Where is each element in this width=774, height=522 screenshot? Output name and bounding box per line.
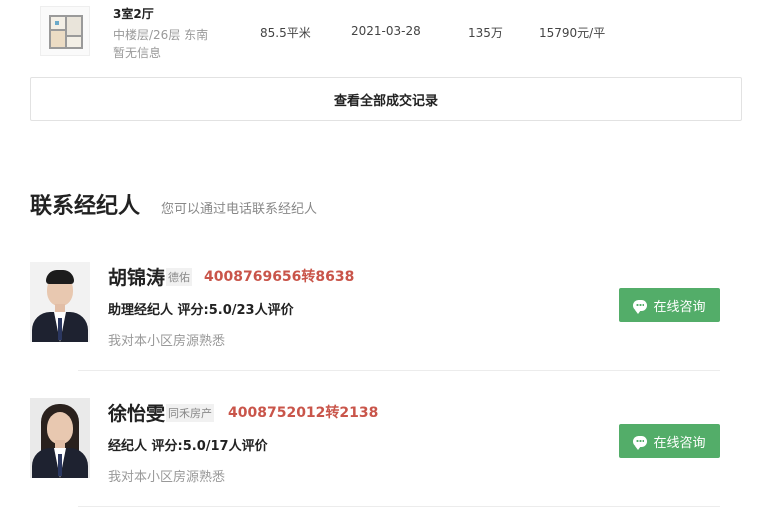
section-title: 联系经纪人 (30, 194, 141, 219)
deal-area: 85.5平米 (260, 26, 311, 40)
online-consult-button[interactable]: 在线咨询 (619, 288, 720, 322)
consult-button-label: 在线咨询 (653, 435, 706, 451)
avatar[interactable] (30, 262, 90, 342)
agent-company-badge: 同禾房产 (166, 404, 214, 422)
agent-name[interactable]: 胡锦涛 (108, 263, 165, 290)
agent-role-rating: 助理经纪人 评分:5.0/23人评价 (108, 303, 294, 318)
chat-bubble-icon (633, 299, 648, 314)
agent-card: 胡锦涛 德佑 4008769656转8638 助理经纪人 评分:5.0/23人评… (30, 262, 720, 392)
agent-name[interactable]: 徐怡雯 (108, 399, 165, 426)
deal-details: 中楼层/26层 东南 暂无信息 (113, 26, 208, 62)
floorplan-room (65, 15, 83, 37)
chat-bubble-icon (633, 435, 648, 450)
deal-extra-info: 暂无信息 (113, 46, 162, 60)
floorplan-marker (55, 21, 59, 25)
avatar-tie (58, 318, 62, 340)
deal-floor-orientation: 中楼层/26层 东南 (113, 28, 209, 42)
consult-button-label: 在线咨询 (653, 299, 706, 315)
agent-phone: 4008769656转8638 (204, 269, 355, 285)
divider (78, 370, 720, 371)
floorplan-thumbnail[interactable] (40, 6, 90, 56)
divider (78, 506, 720, 507)
agent-description: 我对本小区房源熟悉 (108, 470, 226, 485)
view-all-deals-button[interactable]: 查看全部成交记录 (30, 77, 742, 121)
agent-description: 我对本小区房源熟悉 (108, 334, 226, 349)
avatar[interactable] (30, 398, 90, 478)
online-consult-button[interactable]: 在线咨询 (619, 424, 720, 458)
agent-role-rating: 经纪人 评分:5.0/17人评价 (108, 439, 268, 454)
agent-card: 徐怡雯 同禾房产 4008752012转2138 经纪人 评分:5.0/17人评… (30, 398, 720, 522)
deal-total-price: 135万 (468, 26, 503, 40)
floorplan-room (65, 35, 83, 49)
deal-date: 2021-03-28 (351, 24, 421, 38)
deal-record-row[interactable]: 3室2厅 中楼层/26层 东南 暂无信息 85.5平米 2021-03-28 1… (40, 6, 740, 62)
agent-company-badge: 德佑 (166, 268, 192, 286)
deal-unit-price: 15790元/平 (539, 26, 606, 40)
section-subtitle: 您可以通过电话联系经纪人 (161, 202, 318, 217)
deal-layout: 3室2厅 (113, 7, 154, 21)
avatar-hair (46, 270, 74, 284)
avatar-tie (58, 454, 62, 476)
agent-phone: 4008752012转2138 (228, 405, 379, 421)
